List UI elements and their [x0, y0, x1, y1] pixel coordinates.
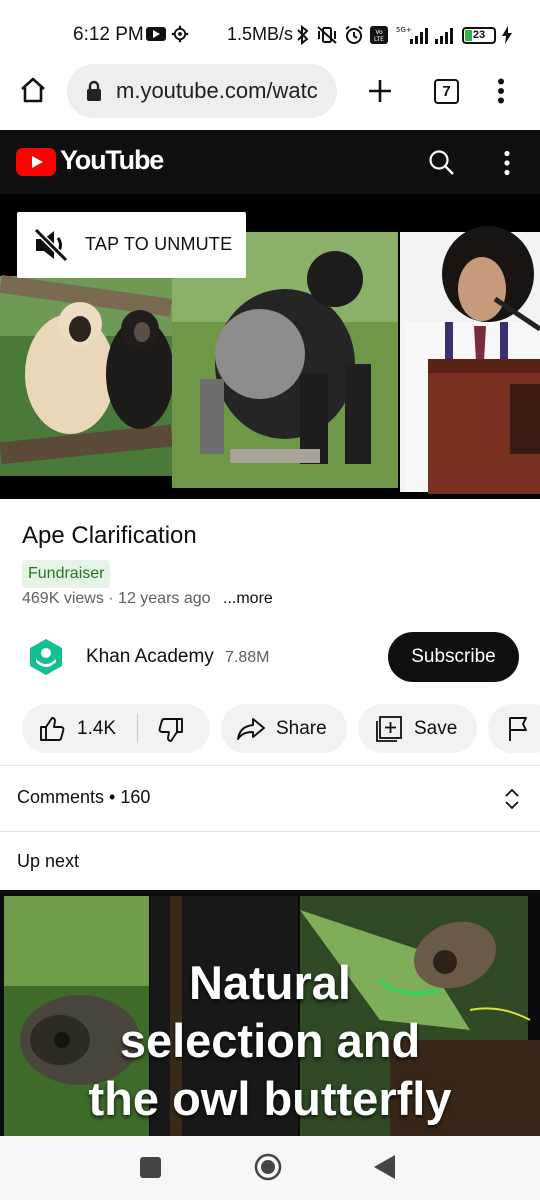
more-link[interactable]: ...more	[223, 590, 273, 608]
lock-icon	[87, 80, 101, 101]
subscriber-count: 7.88M	[225, 649, 270, 666]
home-nav-icon[interactable]	[254, 1153, 282, 1181]
svg-text:5G+: 5G+	[396, 26, 412, 34]
save-icon	[376, 716, 402, 742]
like-icon[interactable]	[38, 715, 66, 743]
fundraiser-badge[interactable]: Fundraiser	[22, 560, 111, 588]
svg-text:LTE: LTE	[374, 36, 384, 43]
svg-text:Vo: Vo	[375, 29, 383, 36]
recents-icon[interactable]	[140, 1157, 161, 1178]
save-label[interactable]: Save	[414, 718, 457, 740]
battery-level: 23	[472, 29, 486, 41]
thumbnail-title-line: selection and	[119, 1014, 421, 1067]
status-time: 6:12 PM	[73, 24, 144, 45]
thumbnail-title-line: Natural	[189, 956, 351, 1009]
volte-icon: Vo LTE	[370, 26, 388, 44]
status-icons: Vo LTE 5G+ 23	[296, 22, 512, 48]
signal-icon	[435, 28, 453, 44]
home-icon[interactable]	[19, 76, 47, 104]
video-meta: 469K views · 12 years ago	[22, 590, 211, 607]
youtube-logo-icon[interactable]	[16, 148, 56, 176]
charging-icon	[502, 26, 512, 44]
share-icon	[237, 718, 265, 740]
vibrate-icon	[317, 26, 337, 44]
video-record-icon	[146, 27, 166, 41]
tap-to-unmute-label[interactable]: TAP TO UNMUTE	[85, 234, 232, 255]
youtube-menu-icon[interactable]	[502, 150, 512, 176]
dislike-icon[interactable]	[157, 716, 185, 744]
youtube-logo-text[interactable]: YouTube	[60, 145, 164, 176]
tab-switcher-button[interactable]: 7	[434, 79, 459, 104]
video-title[interactable]: Ape Clarification	[22, 522, 197, 550]
signal-icon: 5G+	[396, 26, 428, 44]
chip-divider	[137, 714, 138, 743]
thumbnail-title-line: the owl butterfly	[88, 1072, 452, 1125]
divider	[0, 831, 540, 832]
muted-speaker-icon	[33, 227, 69, 263]
status-bar: 6:12 PM 1.5MB/s Vo LTE 5G+ 23	[0, 0, 540, 62]
new-tab-icon[interactable]	[368, 79, 392, 103]
subscribe-button[interactable]: Subscribe	[388, 632, 519, 682]
browser-menu-icon[interactable]	[496, 78, 506, 104]
channel-avatar[interactable]	[26, 637, 66, 677]
like-count[interactable]: 1.4K	[77, 718, 116, 740]
bluetooth-icon	[297, 25, 309, 45]
channel-name[interactable]: Khan Academy	[86, 646, 214, 668]
alarm-icon	[345, 25, 363, 44]
battery-icon: 23	[462, 26, 496, 44]
network-speed: 1.5MB/s	[227, 24, 294, 44]
expand-collapse-icon[interactable]	[503, 787, 521, 811]
search-icon[interactable]	[428, 149, 455, 176]
comments-header[interactable]: Comments • 160	[17, 787, 150, 808]
up-next-label: Up next	[17, 851, 80, 871]
url-text[interactable]: m.youtube.com/watc	[116, 78, 328, 104]
share-label[interactable]: Share	[276, 718, 327, 740]
thumbnail-title[interactable]: Natural selection and the owl butterfly	[0, 954, 540, 1128]
back-icon[interactable]	[374, 1155, 396, 1179]
gear-icon	[171, 25, 189, 43]
flag-icon	[509, 717, 527, 741]
divider	[0, 765, 540, 766]
